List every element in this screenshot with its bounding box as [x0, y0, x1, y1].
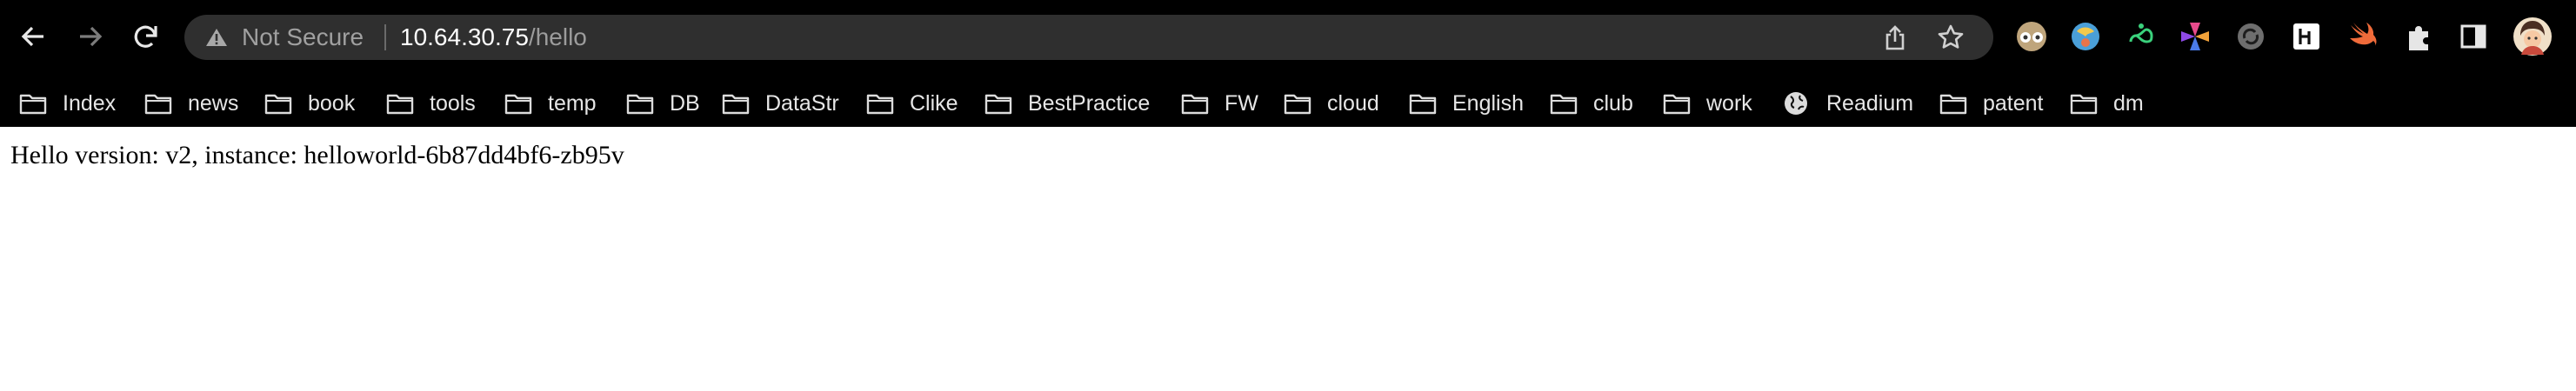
warning-icon — [206, 29, 227, 46]
bookmark-item[interactable]: Readium — [1783, 80, 1913, 127]
folder-icon — [1284, 91, 1313, 116]
bookmark-item[interactable]: English — [1409, 80, 1524, 127]
side-panel-icon[interactable] — [2454, 17, 2493, 56]
bookmark-label: club — [1593, 90, 1633, 116]
extension-sync-icon[interactable] — [2232, 17, 2270, 56]
url-path: /hello — [528, 23, 587, 50]
bookmark-label: Clike — [910, 90, 958, 116]
bookmark-label: English — [1452, 90, 1524, 116]
bookmark-label: temp — [548, 90, 597, 116]
reload-button[interactable] — [125, 16, 167, 57]
folder-icon — [264, 91, 294, 116]
security-label[interactable]: Not Secure — [242, 22, 364, 53]
folder-icon — [1550, 91, 1579, 116]
bookmark-label: tools — [430, 90, 476, 116]
forward-arrow-icon — [80, 26, 103, 47]
back-arrow-icon — [21, 26, 43, 47]
bookmark-item[interactable]: BestPractice — [984, 80, 1150, 127]
folder-icon — [1663, 91, 1692, 116]
bookmark-label: news — [188, 90, 239, 116]
extensions-puzzle-icon[interactable] — [2400, 17, 2439, 56]
bookmark-label: work — [1706, 90, 1752, 116]
url-host: 10.64.30.75 — [400, 23, 529, 50]
back-button[interactable] — [12, 16, 54, 57]
bookmark-item[interactable]: DataStr — [722, 80, 839, 127]
bookmark-item[interactable]: news — [144, 80, 238, 127]
folder-icon — [866, 91, 896, 116]
browser-chrome: Not Secure 10.64.30.75/hello Index news … — [0, 0, 2576, 127]
bookmark-item[interactable]: book — [264, 80, 355, 127]
bookmark-item[interactable]: work — [1663, 80, 1752, 127]
bookmark-label: Index — [63, 90, 117, 116]
extension-globe-icon[interactable] — [2066, 17, 2105, 56]
folder-icon — [19, 91, 49, 116]
folder-icon — [144, 91, 174, 116]
bookmark-star-icon[interactable] — [1937, 23, 1965, 51]
extension-octotree-icon[interactable] — [2012, 17, 2051, 56]
extension-swift-icon[interactable] — [2343, 17, 2381, 56]
folder-icon — [1181, 91, 1211, 116]
folder-icon — [626, 91, 656, 116]
profile-avatar[interactable] — [2512, 16, 2553, 57]
bookmark-item[interactable]: Index — [19, 80, 116, 127]
folder-icon — [1939, 91, 1969, 116]
bookmark-label: patent — [1983, 90, 2044, 116]
folder-icon — [722, 91, 751, 116]
reload-icon — [134, 25, 157, 48]
folder-icon — [1409, 91, 1438, 116]
extension-pinwheel-icon[interactable] — [2176, 17, 2214, 56]
globe-icon — [1783, 91, 1812, 116]
bookmark-label: DB — [670, 90, 700, 116]
folder-icon — [504, 91, 534, 116]
bookmark-label: FW — [1225, 90, 1258, 116]
url-text[interactable]: 10.64.30.75/hello — [400, 22, 587, 53]
bookmark-label: BestPractice — [1028, 90, 1151, 116]
page-message: Hello version: v2, instance: helloworld-… — [10, 141, 624, 169]
bookmark-item[interactable]: dm — [2070, 80, 2144, 127]
bookmark-label: dm — [2113, 90, 2144, 116]
folder-icon — [984, 91, 1014, 116]
share-icon[interactable] — [1884, 25, 1906, 51]
browser-toolbar: Not Secure 10.64.30.75/hello — [0, 0, 2576, 80]
bookmarks-bar: Index news book tools temp DB DataStr Clike Best… — [0, 80, 2576, 127]
folder-icon — [386, 91, 416, 116]
extension-hypothesis-icon[interactable] — [2287, 17, 2326, 56]
bookmark-item[interactable]: cloud — [1284, 80, 1379, 127]
address-bar[interactable]: Not Secure 10.64.30.75/hello — [184, 15, 1993, 60]
bookmark-item[interactable]: tools — [386, 80, 476, 127]
extension-infinity-icon[interactable] — [2122, 17, 2160, 56]
bookmark-label: DataStr — [765, 90, 839, 116]
bookmark-item[interactable]: Clike — [866, 80, 958, 127]
bookmark-item[interactable]: patent — [1939, 80, 2044, 127]
bookmark-item[interactable]: club — [1550, 80, 1633, 127]
bookmark-item[interactable]: DB — [626, 80, 700, 127]
folder-icon — [2070, 91, 2099, 116]
bookmark-label: cloud — [1327, 90, 1379, 116]
bookmark-item[interactable]: FW — [1181, 80, 1258, 127]
bookmark-item[interactable]: temp — [504, 80, 597, 127]
bookmark-label: book — [308, 90, 356, 116]
omnibox-divider — [384, 24, 386, 50]
bookmark-label: Readium — [1826, 90, 1914, 116]
forward-button[interactable] — [70, 16, 111, 57]
